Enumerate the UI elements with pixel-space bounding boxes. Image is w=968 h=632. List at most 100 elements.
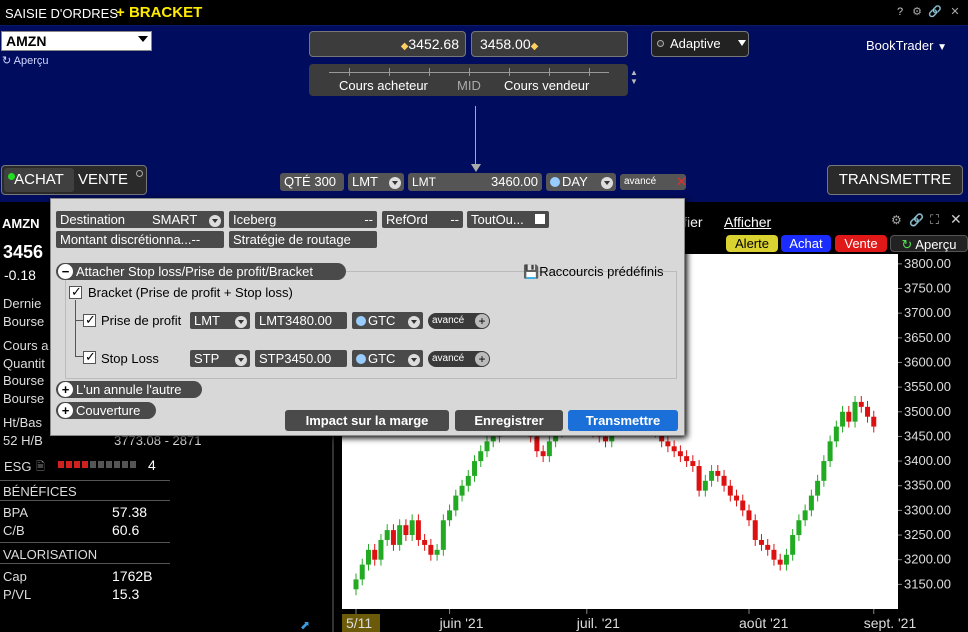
tif-select[interactable]: DAY bbox=[546, 173, 616, 191]
symbol-input[interactable]: AMZN bbox=[1, 31, 152, 51]
margin-impact-button[interactable]: Impact sur la marge bbox=[285, 410, 449, 431]
bid-price-box[interactable]: ◆3452.68 bbox=[309, 31, 466, 57]
gear-icon[interactable]: ⚙ bbox=[891, 213, 902, 227]
advanced-label: avancé bbox=[432, 353, 465, 364]
stop-loss-checkbox[interactable] bbox=[83, 349, 96, 365]
sell-indicator-icon bbox=[136, 170, 143, 177]
link-icon[interactable]: 🔗 bbox=[909, 213, 924, 227]
x-tick-label: sept. '21 bbox=[864, 615, 917, 631]
quote-field-label: Cours a bbox=[3, 338, 49, 353]
toutou-checkbox[interactable] bbox=[535, 214, 545, 224]
plus-icon: + bbox=[475, 352, 489, 366]
close-icon[interactable]: ✕ bbox=[676, 174, 687, 190]
candle-body bbox=[727, 485, 733, 496]
stop-loss-type: STP bbox=[194, 351, 220, 366]
menu-afficher[interactable]: Afficher bbox=[724, 214, 771, 230]
chart-sell-button[interactable]: Vente bbox=[835, 235, 887, 252]
document-icon[interactable]: 🗎 bbox=[36, 458, 45, 477]
take-profit-checkbox[interactable] bbox=[83, 312, 96, 328]
take-profit-tif-select[interactable]: GTC bbox=[352, 312, 423, 329]
ruler-tick bbox=[549, 68, 550, 76]
shortcuts-link[interactable]: 💾Raccourcis prédéfinis bbox=[523, 264, 663, 280]
discretionary-amount-field[interactable]: Montant discrétionna...-- bbox=[56, 231, 224, 248]
destination-select[interactable]: Destination SMART bbox=[56, 211, 224, 228]
quote-field-label: Bourse bbox=[3, 373, 45, 388]
reford-field[interactable]: RefOrd -- bbox=[382, 211, 463, 228]
maximize-icon[interactable]: ⛶ bbox=[930, 212, 939, 228]
algo-select[interactable]: Adaptive bbox=[651, 31, 749, 57]
section-divider bbox=[0, 542, 170, 543]
candle-body bbox=[827, 441, 833, 462]
help-icon[interactable]: ? bbox=[893, 5, 907, 19]
bracket-label: BRACKET bbox=[128, 4, 203, 21]
candle-body bbox=[783, 554, 789, 565]
order-type-value: LMT bbox=[352, 174, 378, 189]
hedge-section-toggle[interactable]: + Couverture bbox=[56, 402, 156, 419]
sell-button[interactable]: VENTE bbox=[76, 168, 142, 192]
take-profit-price-field[interactable]: LMT3480.00 bbox=[255, 312, 347, 329]
candle-body bbox=[709, 470, 715, 481]
booktrader-menu[interactable]: BookTrader ▼ bbox=[866, 38, 947, 53]
bracket-title: + BRACKET bbox=[116, 4, 202, 21]
candle-body bbox=[865, 406, 871, 417]
candle-body bbox=[372, 549, 378, 560]
ruler-tick bbox=[469, 68, 470, 76]
refresh-icon: ↻ bbox=[901, 237, 913, 252]
candle-body bbox=[472, 461, 478, 476]
chevron-down-icon[interactable] bbox=[738, 40, 746, 46]
pvl-label: P/VL bbox=[3, 587, 32, 602]
ruler-tick bbox=[389, 68, 390, 76]
quantity-field[interactable]: QTÉ 300 bbox=[280, 173, 344, 191]
mid-label[interactable]: MID bbox=[457, 78, 481, 93]
price-stepper[interactable]: ▲ ▼ bbox=[630, 68, 640, 88]
ask-price-box[interactable]: 3458.00◆ bbox=[471, 31, 628, 57]
buy-button[interactable]: ACHAT bbox=[4, 168, 74, 192]
chart-buy-button[interactable]: Achat bbox=[781, 235, 831, 252]
candle-body bbox=[384, 530, 390, 540]
attach-section-toggle[interactable]: − Attacher Stop loss/Prise de profit/Brac… bbox=[56, 263, 346, 280]
apercu-link[interactable]: ↻ Aperçu bbox=[2, 54, 49, 67]
gear-icon[interactable]: ⚙ bbox=[910, 5, 924, 19]
limit-price-label: LMT bbox=[412, 175, 436, 189]
limit-price-field[interactable]: LMT 3460.00 bbox=[408, 173, 542, 191]
quote-field-label: Quantit bbox=[3, 356, 45, 371]
dialog-transmit-button[interactable]: Transmettre bbox=[568, 410, 678, 431]
order-type-select[interactable]: LMT bbox=[348, 173, 404, 191]
stop-loss-advanced-button[interactable]: avancé + bbox=[428, 351, 490, 367]
y-tick-label: 3500.00 bbox=[904, 404, 951, 419]
oca-section-toggle[interactable]: + L'un annule l'autre bbox=[56, 381, 202, 398]
routing-strategy-button[interactable]: Stratégie de routage bbox=[229, 231, 377, 248]
candle-body bbox=[758, 539, 764, 545]
chart-apercu-button[interactable]: ↻ Aperçu bbox=[890, 235, 968, 252]
chevron-down-icon[interactable] bbox=[138, 36, 148, 42]
expand-icon[interactable]: ⬈ bbox=[300, 618, 310, 632]
stop-loss-type-select[interactable]: STP bbox=[190, 350, 250, 367]
take-profit-advanced-button[interactable]: avancé + bbox=[428, 313, 490, 329]
limit-price-value: 3460.00 bbox=[491, 174, 538, 189]
ask-price: 3458.00 bbox=[480, 36, 531, 52]
transmit-button[interactable]: TRANSMETTRE bbox=[827, 165, 963, 195]
algo-radio[interactable] bbox=[657, 40, 664, 47]
stop-loss-price-field[interactable]: STP3450.00 bbox=[255, 350, 347, 367]
iceberg-field[interactable]: Iceberg -- bbox=[229, 211, 377, 228]
bracket-checkbox[interactable] bbox=[69, 284, 82, 300]
toutou-field[interactable]: ToutOu... bbox=[467, 211, 549, 228]
clock-icon bbox=[356, 354, 366, 364]
save-button[interactable]: Enregistrer bbox=[455, 410, 563, 431]
attach-label: Attacher Stop loss/Prise de profit/Brack… bbox=[76, 264, 313, 279]
quote-last-price: 3456 bbox=[3, 242, 44, 262]
section-divider bbox=[0, 563, 170, 564]
alert-button[interactable]: Alerte bbox=[726, 235, 778, 252]
close-icon[interactable]: ✕ bbox=[950, 211, 962, 228]
stop-loss-label: Stop Loss bbox=[101, 351, 159, 366]
y-tick-label: 3250.00 bbox=[904, 527, 951, 542]
destination-value: SMART bbox=[152, 212, 198, 227]
candle-body bbox=[740, 500, 746, 511]
candle-body bbox=[365, 549, 371, 565]
link-icon[interactable]: 🔗 bbox=[928, 5, 942, 19]
close-icon[interactable]: ✕ bbox=[948, 5, 962, 19]
esg-score: 4 bbox=[148, 457, 156, 473]
stop-loss-tif-select[interactable]: GTC bbox=[352, 350, 423, 367]
esg-segment bbox=[82, 461, 88, 468]
take-profit-type-select[interactable]: LMT bbox=[190, 312, 250, 329]
